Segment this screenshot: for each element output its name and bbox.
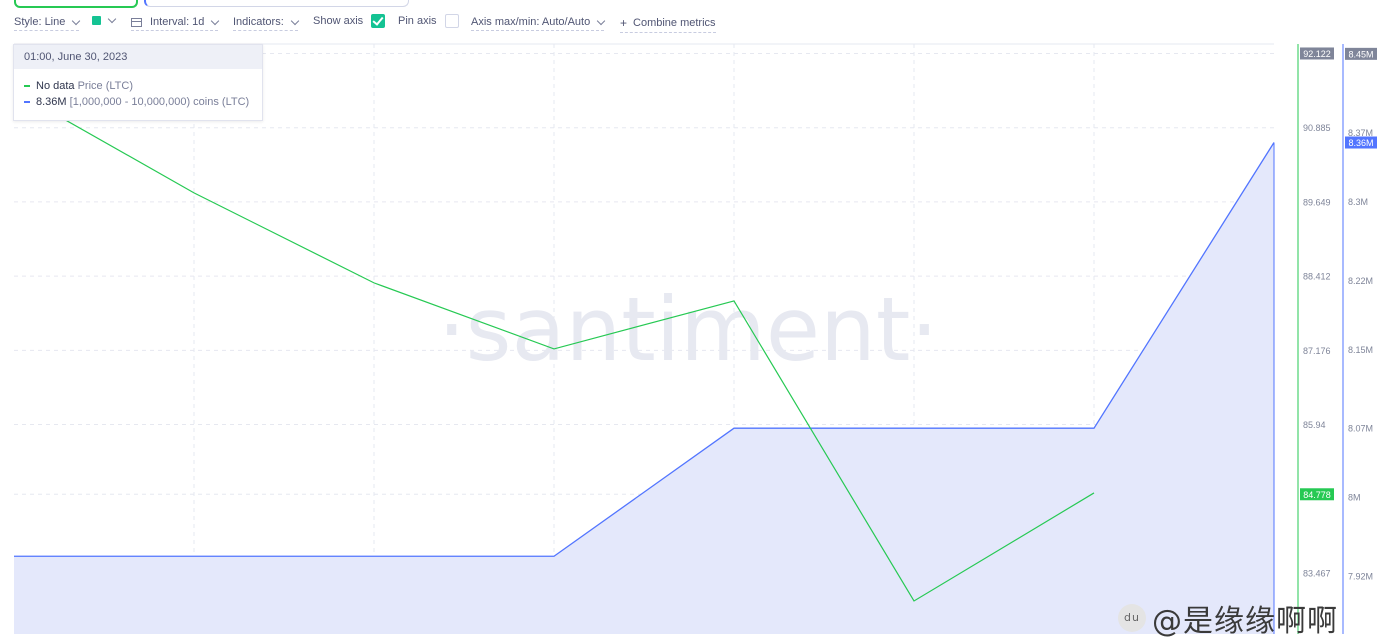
holders-area-fill [14,142,1274,634]
chart-tooltip: 01:00, June 30, 2023 No data Price (LTC)… [13,44,263,121]
tooltip-date: 01:00, June 30, 2023 [14,45,262,69]
axis-tick-label: 84.778 [1303,490,1331,500]
series-color-marker [24,85,30,88]
axis-tick-label: 8M [1348,493,1361,503]
axis-tick-label: 88.412 [1303,272,1331,282]
tooltip-row-value: No data [36,80,75,92]
axis-tick-label: 85.94 [1303,420,1326,430]
tooltip-row-value: 8.36M [36,96,67,108]
tooltip-row-holders: 8.36M [1,000,000 - 10,000,000) coins (LT… [24,96,249,108]
axis-tick-label: 92.122 [1303,49,1331,59]
tooltip-row-price: No data Price (LTC) [24,80,133,92]
axis-tick-label: 8.22M [1348,276,1373,286]
axis-tick-label: 8.15M [1348,345,1373,355]
y-axes: 92.122 90.885 89.649 88.412 87.176 85.94 84.77… [1297,44,1377,634]
author-watermark: du @是缘缘啊啊 [1118,596,1338,640]
holders-area [14,142,1274,634]
axis-tick-label: 7.92M [1348,571,1373,581]
author-credit: @是缘缘啊啊 [1152,604,1338,639]
tooltip-row-label: Price (LTC) [77,80,134,92]
santiment-watermark: ·santiment· [438,278,939,381]
last-value-label: 8.36M [1348,138,1373,148]
axis-tick-label: 8.3M [1348,197,1368,207]
axis-tick-label: 8.07M [1348,424,1373,434]
axis-tick-label: 90.885 [1303,123,1331,133]
axis-tick-label: 89.649 [1303,197,1331,207]
axis-tick-label: 83.467 [1303,568,1331,578]
baidu-paw-icon: du [1118,604,1146,632]
axis-tick-label: 8.45M [1348,49,1373,59]
tooltip-row-label: [1,000,000 - 10,000,000) coins (LTC) [69,96,250,108]
axis-tick-label: 87.176 [1303,346,1331,356]
series-color-marker [24,101,30,104]
